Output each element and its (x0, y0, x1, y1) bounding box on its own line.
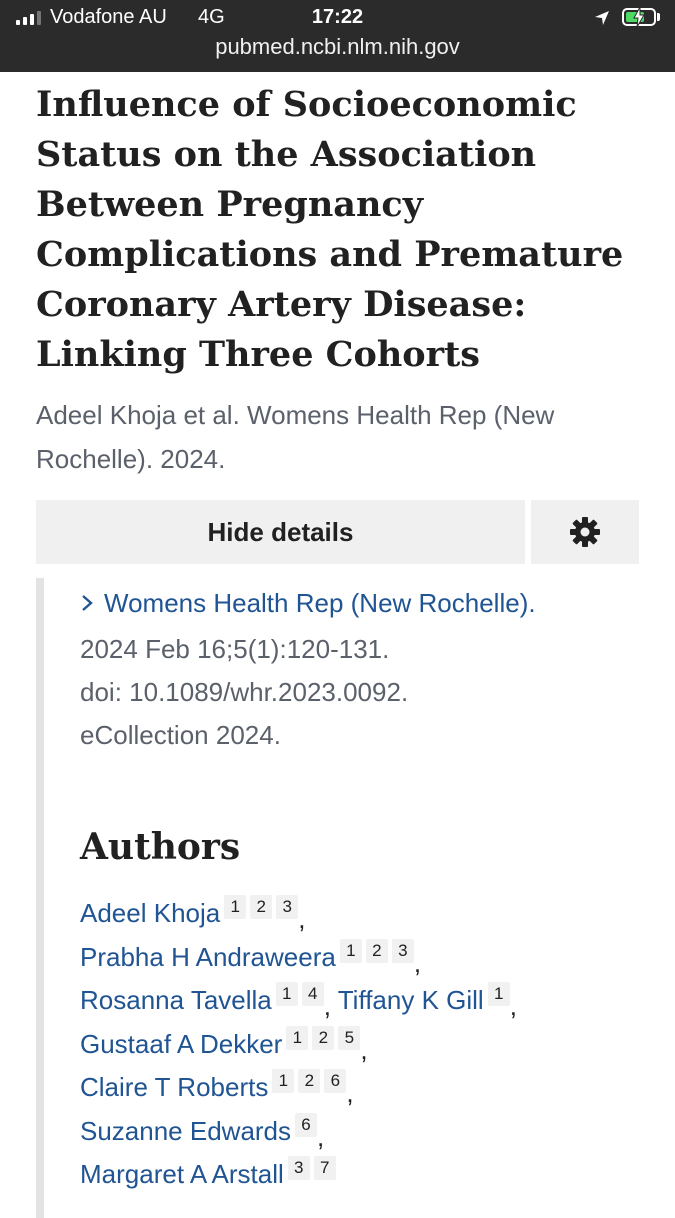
journal-link[interactable]: Womens Health Rep (New Rochelle). (80, 584, 536, 622)
author-link[interactable]: Rosanna Tavella (80, 985, 272, 1015)
affiliation-badge[interactable]: 5 (338, 1025, 361, 1050)
battery-icon (622, 7, 656, 27)
separator: , (298, 904, 306, 934)
affiliation-badge[interactable]: 4 (301, 982, 324, 1006)
author-row: Prabha H Andraweera 1 2 3, (80, 936, 640, 980)
affiliation-badge[interactable]: 1 (275, 982, 298, 1006)
affiliation-badge[interactable]: 1 (286, 1025, 309, 1050)
author-link[interactable]: Margaret A Arstall (80, 1159, 284, 1189)
author-link[interactable]: Tiffany K Gill (338, 985, 484, 1015)
separator: , (360, 1034, 368, 1065)
hide-details-button[interactable]: Hide details (36, 500, 525, 564)
author-row: Rosanna Tavella 1 4, Tiffany K Gill 1, (80, 979, 640, 1023)
chevron-right-icon (80, 584, 104, 622)
author-link[interactable]: Claire T Roberts (80, 1072, 268, 1102)
address-bar-url[interactable]: pubmed.ncbi.nlm.nih.gov (0, 34, 675, 60)
author-row: Claire T Roberts 1 2 6, (80, 1066, 640, 1110)
separator: , (317, 1121, 325, 1152)
affiliation-badge[interactable]: 3 (391, 938, 414, 963)
affiliation-badge[interactable]: 2 (250, 895, 273, 919)
author-row: Adeel Khoja 1 2 3, (80, 892, 640, 936)
author-row: Gustaaf A Dekker 1 2 5, (80, 1023, 640, 1067)
affiliation-badge[interactable]: 6 (324, 1069, 347, 1093)
affiliation-badge[interactable]: 2 (365, 938, 388, 963)
short-citation: Adeel Khoja et al. Womens Health Rep (Ne… (36, 400, 555, 474)
status-bar: Vodafone AU 4G 17:22 pubmed.ncbi.nlm.nih… (0, 0, 675, 72)
affiliation-badge[interactable]: 1 (487, 982, 510, 1006)
separator: , (346, 1078, 354, 1108)
article-title: Influence of Socioeconomic Status on the… (36, 84, 624, 375)
affiliation-badge[interactable]: 3 (287, 1156, 310, 1180)
battery-tip (657, 13, 660, 21)
doi-text: doi: 10.1089/whr.2023.0092. (80, 677, 409, 707)
journal-name[interactable]: Womens Health Rep (New Rochelle). (104, 588, 536, 618)
affiliation-badge[interactable]: 2 (298, 1069, 321, 1093)
affiliation-badge[interactable]: 6 (295, 1112, 318, 1137)
authors-list: Adeel Khoja 1 2 3, Prabha H Andraweera 1 2 3, … (80, 892, 640, 1197)
publication-date: 2024 Feb 16;5(1):120-131. (80, 634, 390, 664)
author-link[interactable]: Adeel Khoja (80, 898, 220, 928)
separator: , (323, 991, 331, 1021)
status-time: 17:22 (311, 6, 364, 28)
affiliation-badge[interactable]: 1 (224, 895, 247, 919)
gear-icon (570, 517, 600, 547)
affiliation-badge[interactable]: 1 (339, 938, 362, 963)
publication-info: 2024 Feb 16;5(1):120-131. doi: 10.1089/w… (80, 628, 408, 757)
separator: , (413, 947, 422, 978)
location-arrow-icon (595, 11, 609, 25)
ecollection-text: eCollection 2024. (80, 720, 281, 750)
affiliation-badge[interactable]: 2 (312, 1025, 335, 1050)
settings-button[interactable] (531, 500, 639, 564)
separator: , (509, 991, 517, 1021)
author-link[interactable]: Prabha H Andraweera (80, 942, 336, 972)
affiliation-badge[interactable]: 1 (272, 1069, 295, 1093)
affiliation-badge[interactable]: 3 (276, 895, 299, 919)
affiliation-badge[interactable]: 7 (313, 1156, 336, 1180)
author-link[interactable]: Suzanne Edwards (80, 1116, 291, 1146)
authors-heading: Authors (80, 826, 241, 868)
author-row: Margaret A Arstall 3 7 (80, 1153, 640, 1197)
details-panel: Womens Health Rep (New Rochelle). 2024 F… (36, 578, 648, 1218)
charging-bolt-icon (633, 7, 645, 27)
author-row: Suzanne Edwards 6, (80, 1110, 640, 1154)
author-link[interactable]: Gustaaf A Dekker (80, 1029, 282, 1059)
